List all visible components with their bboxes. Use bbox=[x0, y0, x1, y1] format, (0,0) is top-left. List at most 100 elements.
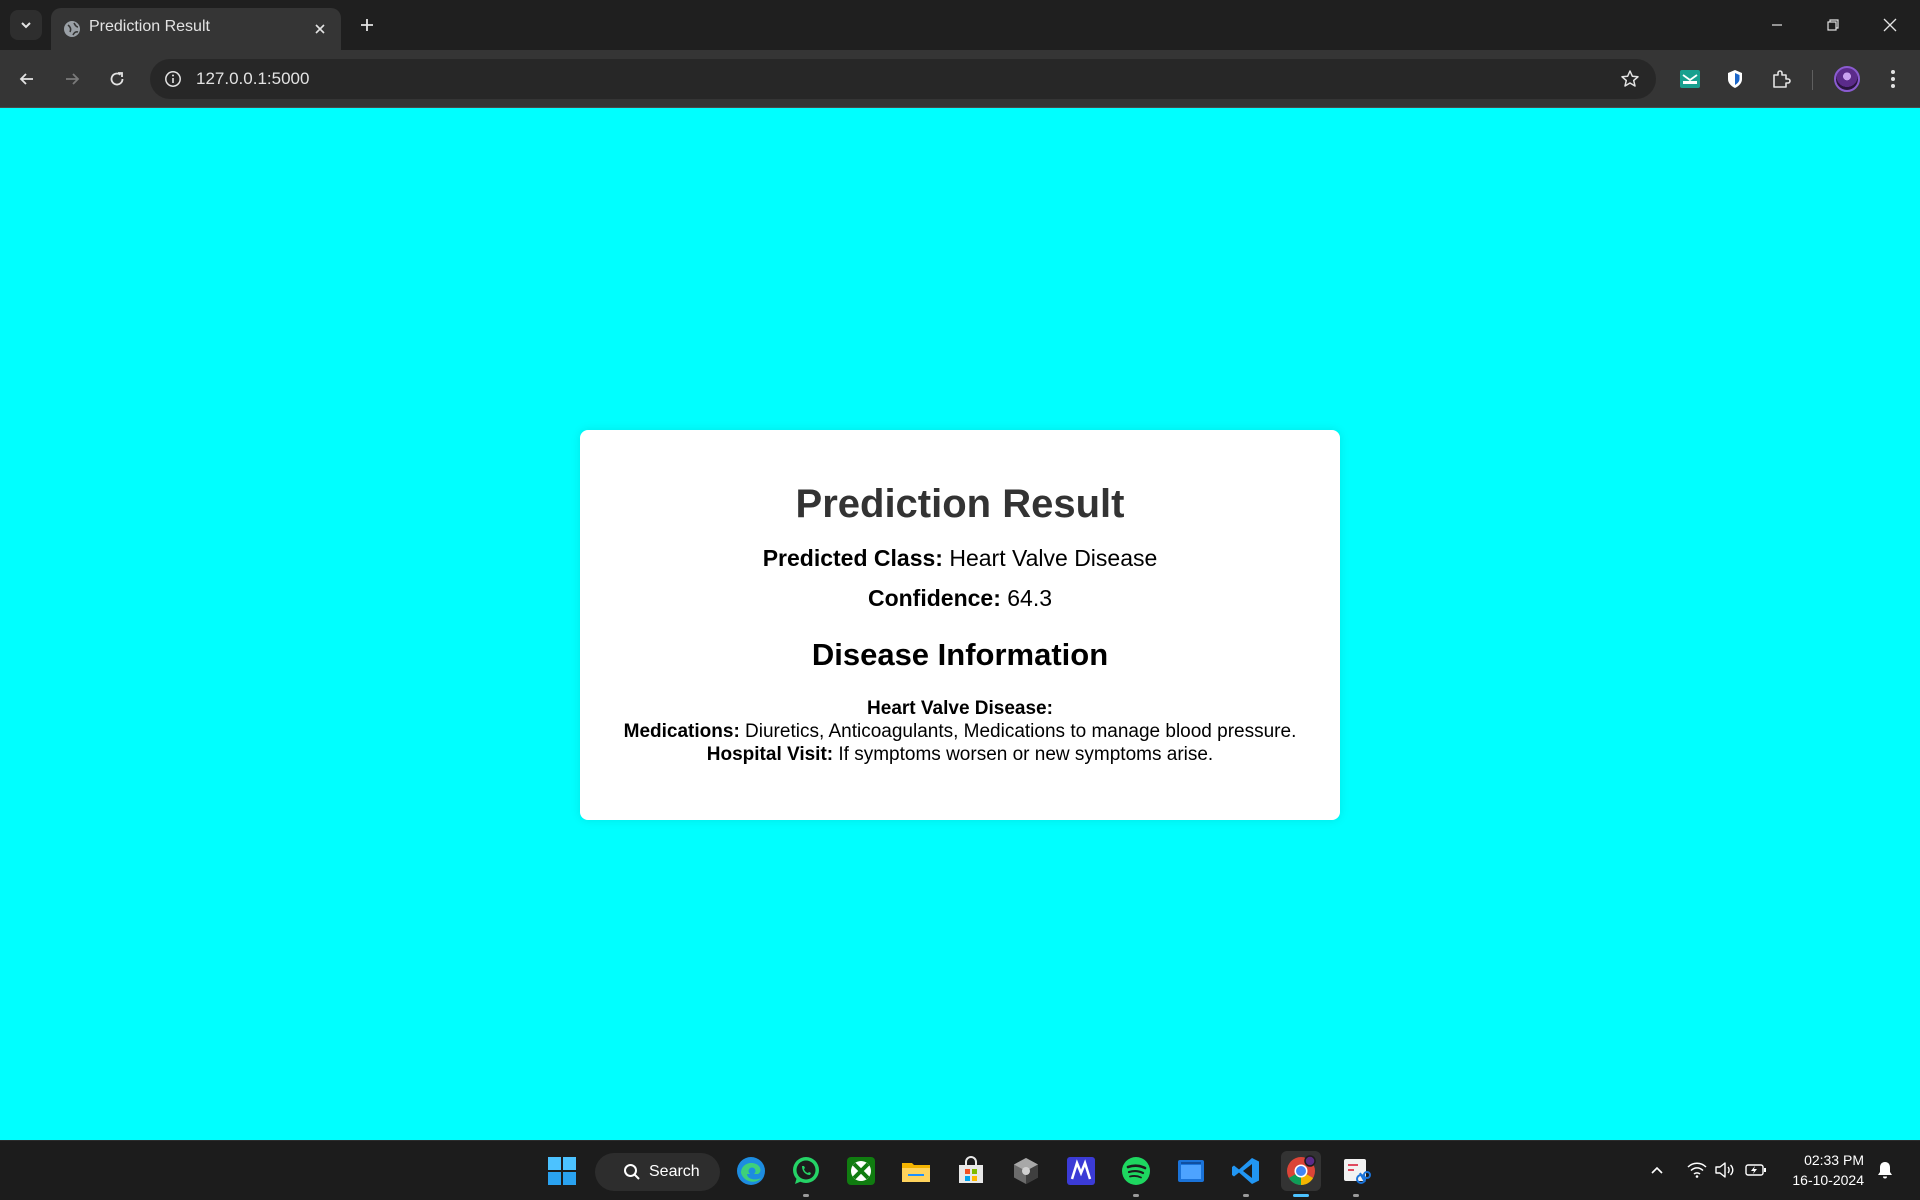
page-title: Prediction Result bbox=[795, 482, 1125, 526]
reload-icon bbox=[110, 72, 124, 86]
tab-prediction-result[interactable]: Prediction Result bbox=[51, 8, 341, 50]
predicted-class-value: Heart Valve Disease bbox=[949, 545, 1158, 571]
running-indicator bbox=[1133, 1194, 1139, 1197]
bookmark-button[interactable] bbox=[1618, 67, 1642, 91]
taskbar-spotify[interactable] bbox=[1116, 1151, 1156, 1197]
site-info-button[interactable] bbox=[160, 66, 186, 92]
extension-mail-button[interactable] bbox=[1677, 66, 1703, 92]
wifi-icon bbox=[1687, 1162, 1707, 1178]
close-icon bbox=[1883, 18, 1897, 32]
taskbar-microsoft-store[interactable] bbox=[951, 1151, 991, 1191]
extensions-button[interactable] bbox=[1768, 66, 1794, 92]
chevron-down-icon bbox=[21, 22, 31, 29]
mail-extension-icon bbox=[1680, 70, 1700, 88]
taskbar-snipping-tool[interactable] bbox=[1336, 1151, 1376, 1197]
confidence-value: 64.3 bbox=[1007, 585, 1053, 611]
disease-name: Heart Valve Disease: bbox=[867, 698, 1053, 719]
minimize-button[interactable] bbox=[1757, 10, 1797, 40]
globe-icon bbox=[64, 21, 80, 37]
toolbar-divider bbox=[1812, 70, 1813, 90]
confidence-label: Confidence: bbox=[867, 585, 1001, 611]
taskbar-chrome[interactable] bbox=[1281, 1151, 1321, 1197]
window-app-icon bbox=[1178, 1160, 1204, 1182]
forward-button[interactable] bbox=[55, 62, 89, 96]
active-indicator bbox=[1293, 1194, 1309, 1197]
shield-icon bbox=[1728, 70, 1742, 88]
hospital-visit-value: If symptoms worsen or new symptoms arise… bbox=[838, 744, 1214, 765]
snipping-tool-icon bbox=[1344, 1159, 1371, 1184]
taskbar-app-m[interactable] bbox=[1061, 1151, 1101, 1191]
minimize-icon bbox=[1772, 24, 1782, 26]
taskbar-app-cube[interactable] bbox=[1006, 1151, 1046, 1191]
predicted-class-line: Predicted Class: Heart Valve Disease bbox=[580, 545, 1340, 571]
search-label: Search bbox=[649, 1163, 700, 1180]
cube-icon bbox=[1014, 1158, 1038, 1184]
more-vertical-icon bbox=[1891, 70, 1895, 88]
tab-title: Prediction Result bbox=[89, 18, 210, 35]
new-tab-button[interactable] bbox=[353, 11, 381, 39]
medications-label: Medications: bbox=[623, 721, 740, 742]
start-button[interactable] bbox=[542, 1151, 582, 1191]
restore-button[interactable] bbox=[1813, 10, 1853, 40]
info-icon bbox=[165, 71, 181, 87]
puzzle-icon bbox=[1773, 70, 1791, 88]
taskbar-xbox[interactable] bbox=[841, 1151, 881, 1191]
spotify-icon bbox=[1122, 1157, 1150, 1185]
arrow-right-icon bbox=[66, 73, 80, 85]
profile-avatar[interactable] bbox=[1834, 66, 1860, 92]
whatsapp-icon bbox=[793, 1157, 819, 1184]
search-icon bbox=[624, 1164, 640, 1180]
taskbar-search[interactable]: Search bbox=[595, 1153, 720, 1191]
running-indicator bbox=[1353, 1194, 1359, 1197]
result-card: Prediction Result Predicted Class: Heart… bbox=[580, 430, 1340, 820]
edge-icon bbox=[737, 1157, 765, 1185]
hospital-visit-label: Hospital Visit: bbox=[706, 744, 834, 765]
bell-icon bbox=[1878, 1162, 1892, 1179]
taskbar-app-window[interactable] bbox=[1171, 1151, 1211, 1191]
close-window-button[interactable] bbox=[1870, 10, 1910, 40]
taskbar-edge[interactable] bbox=[731, 1151, 771, 1191]
chevron-up-icon bbox=[1651, 1166, 1663, 1174]
m-app-icon bbox=[1067, 1157, 1095, 1185]
speaker-icon bbox=[1715, 1162, 1734, 1178]
confidence-line: Confidence: 64.3 bbox=[580, 585, 1340, 611]
chrome-icon bbox=[1287, 1155, 1316, 1185]
browser-menu-button[interactable] bbox=[1880, 66, 1906, 92]
address-bar[interactable]: 127.0.0.1:5000 bbox=[150, 59, 1656, 99]
battery-charging-icon bbox=[1745, 1164, 1766, 1176]
back-button[interactable] bbox=[10, 62, 44, 96]
windows-logo-icon bbox=[548, 1157, 576, 1185]
restore-icon bbox=[1827, 19, 1839, 31]
taskbar-vscode[interactable] bbox=[1226, 1151, 1266, 1197]
url-text[interactable]: 127.0.0.1:5000 bbox=[196, 69, 309, 89]
show-hidden-icons-button[interactable] bbox=[1646, 1159, 1668, 1181]
reload-button[interactable] bbox=[100, 62, 134, 96]
taskbar: Search 02:33 PM 16-10-2024 bbox=[0, 1140, 1920, 1200]
store-icon bbox=[959, 1156, 983, 1183]
close-tab-button[interactable] bbox=[309, 18, 331, 40]
notifications-button[interactable] bbox=[1874, 1159, 1896, 1181]
xbox-icon bbox=[847, 1157, 875, 1185]
predicted-class-label: Predicted Class: bbox=[762, 545, 943, 571]
vscode-icon bbox=[1232, 1158, 1259, 1184]
medications-value: Diuretics, Anticoagulants, Medications t… bbox=[745, 721, 1297, 742]
plus-icon bbox=[361, 19, 373, 31]
battery-status[interactable] bbox=[1745, 1159, 1767, 1181]
disease-info: Heart Valve Disease: Medications: Diuret… bbox=[580, 697, 1340, 766]
section-title: Disease Information bbox=[811, 637, 1109, 672]
clock-date: 16-10-2024 bbox=[1792, 1172, 1864, 1188]
star-icon bbox=[1621, 70, 1639, 87]
folder-icon bbox=[902, 1163, 930, 1182]
volume-status[interactable] bbox=[1714, 1159, 1736, 1181]
taskbar-whatsapp[interactable] bbox=[786, 1151, 826, 1197]
extension-shield-button[interactable] bbox=[1722, 66, 1748, 92]
browser-tab-strip: Prediction Result bbox=[0, 0, 1920, 50]
running-indicator bbox=[803, 1194, 809, 1197]
running-indicator bbox=[1243, 1194, 1249, 1197]
page-viewport: Prediction Result Predicted Class: Heart… bbox=[0, 109, 1920, 1140]
tab-search-button[interactable] bbox=[10, 10, 42, 40]
wifi-status[interactable] bbox=[1686, 1159, 1708, 1181]
taskbar-clock[interactable]: 02:33 PM 16-10-2024 bbox=[1780, 1150, 1864, 1190]
taskbar-file-explorer[interactable] bbox=[896, 1151, 936, 1191]
browser-toolbar: 127.0.0.1:5000 bbox=[0, 50, 1920, 108]
